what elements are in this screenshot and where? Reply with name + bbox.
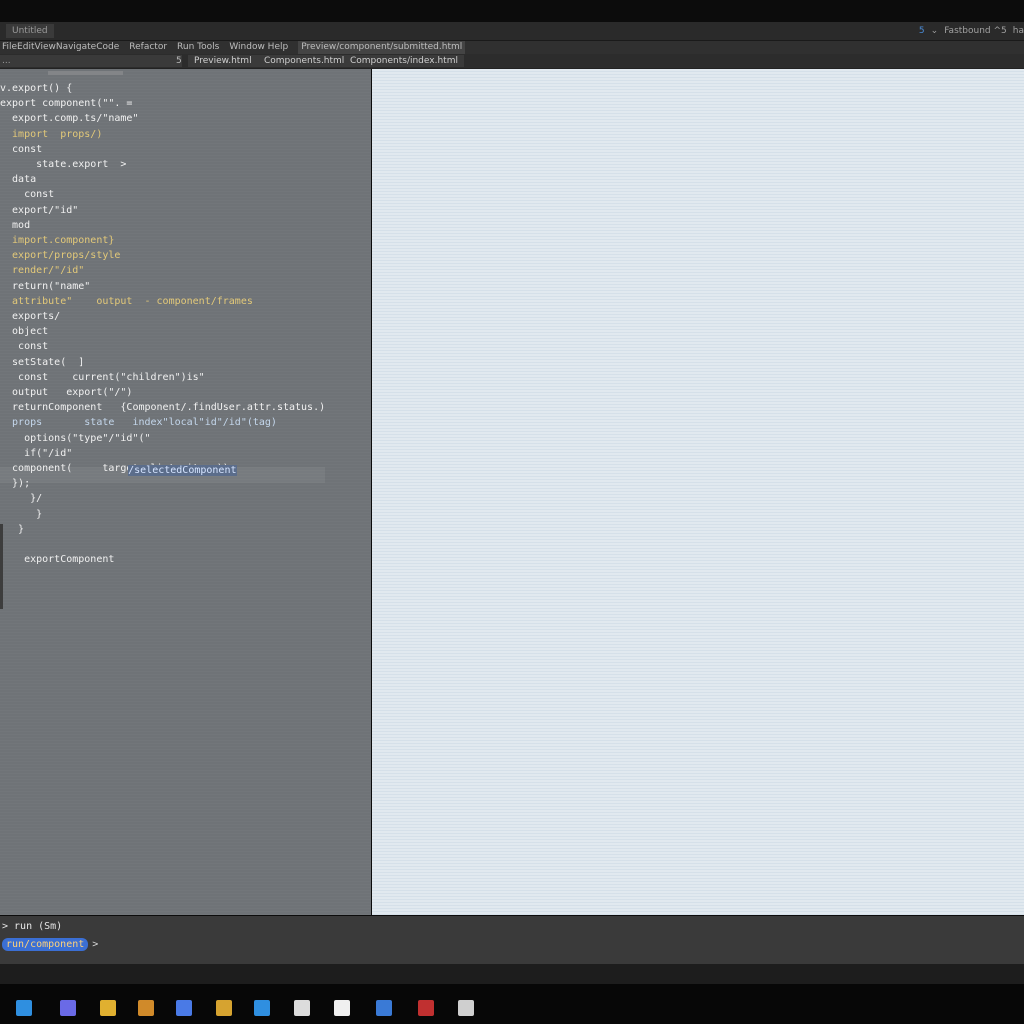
windows-icon[interactable]: [16, 1000, 32, 1016]
window-tab[interactable]: Untitled: [6, 24, 54, 38]
menu-item-refactor[interactable]: Refactor: [129, 41, 167, 54]
code-line[interactable]: import.component}: [0, 235, 114, 246]
app-icon-5[interactable]: [418, 1000, 434, 1016]
code-line[interactable]: mod: [0, 220, 30, 231]
file-path-tab[interactable]: Preview/component/submitted.html: [298, 41, 466, 54]
app-icon-4[interactable]: [376, 1000, 392, 1016]
chevron-down-icon[interactable]: ⌄: [931, 26, 939, 36]
titlebar-right: 5 ⌄ Fastbound ^5 ha: [919, 23, 1024, 39]
chevron-right-icon: >: [92, 939, 99, 950]
menu-item-window[interactable]: Window Help: [229, 41, 288, 54]
taskbar: [0, 984, 1024, 1024]
code-line[interactable]: });: [0, 478, 30, 489]
code-line[interactable]: return("name": [0, 281, 90, 292]
code-line[interactable]: state.export >: [0, 159, 126, 170]
code-line[interactable]: object: [0, 326, 48, 337]
code-line[interactable]: }: [0, 509, 42, 520]
code-line[interactable]: attribute" output - component/frames: [0, 296, 253, 307]
code-line[interactable]: import props/): [0, 129, 102, 140]
console-prompt[interactable]: run/component >: [2, 938, 98, 951]
code-line[interactable]: export/"id": [0, 205, 78, 216]
notification-badge[interactable]: 5: [919, 26, 925, 36]
gutter-marker: [0, 524, 3, 609]
toolbar-count: 5: [176, 56, 182, 66]
menu-item-run[interactable]: Run Tools: [177, 41, 219, 54]
code-line[interactable]: data: [0, 174, 36, 185]
code-line[interactable]: returnComponent {Component/.findUser.att…: [0, 402, 325, 413]
chrome-icon[interactable]: [216, 1000, 232, 1016]
app-icon-2[interactable]: [138, 1000, 154, 1016]
code-line[interactable]: export/props/style: [0, 250, 120, 261]
window-icon[interactable]: [294, 1000, 310, 1016]
code-line[interactable]: export.comp.ts/"name": [0, 113, 138, 124]
code-line[interactable]: v.export() {: [0, 83, 72, 94]
notes-icon[interactable]: [334, 1000, 350, 1016]
status-bar: [0, 964, 1024, 984]
code-editor[interactable]: v.export() { export component("". = expor…: [0, 69, 371, 915]
app-icon-3[interactable]: [176, 1000, 192, 1016]
terminal-icon[interactable]: [458, 1000, 474, 1016]
code-line[interactable]: const: [0, 144, 42, 155]
code-line[interactable]: props state index"local"id"/id"(tag): [0, 417, 277, 428]
preview-pane[interactable]: [372, 69, 1024, 915]
code-line[interactable]: setState( ]: [0, 357, 84, 368]
code-line[interactable]: exports/: [0, 311, 60, 322]
titlebar-tail: ha: [1012, 26, 1024, 36]
code-line[interactable]: options("type"/"id"(": [0, 433, 150, 444]
folder-icon[interactable]: [100, 1000, 116, 1016]
code-line[interactable]: output export("/"): [0, 387, 132, 398]
code-line[interactable]: const: [0, 341, 48, 352]
account-label[interactable]: Fastbound ^5: [944, 26, 1007, 36]
search-input[interactable]: ...: [0, 55, 182, 67]
code-line[interactable]: const: [0, 189, 54, 200]
code-line[interactable]: exportComponent: [0, 554, 114, 565]
tab-preview[interactable]: Preview.html: [188, 55, 258, 67]
ide-window: Untitled 5 ⌄ Fastbound ^5 ha FileEditVie…: [0, 0, 1024, 1024]
menu-bar: FileEditViewNavigateCode Refactor Run To…: [0, 41, 1024, 54]
vscode-icon[interactable]: [254, 1000, 270, 1016]
editor-header-bar: [48, 71, 123, 75]
code-line[interactable]: export component("". =: [0, 98, 138, 109]
console-output: > run (Sm): [2, 921, 63, 932]
console-panel[interactable]: > run (Sm) run/component >: [0, 916, 1024, 964]
menu-item-file[interactable]: FileEditViewNavigateCode: [2, 41, 119, 54]
code-line[interactable]: }: [0, 524, 24, 535]
tab-components-index[interactable]: Components/index.html: [344, 55, 464, 67]
code-line[interactable]: const current("children")is": [0, 372, 205, 383]
app-icon-1[interactable]: [60, 1000, 76, 1016]
text-selection[interactable]: /selectedComponent: [128, 465, 237, 476]
window-titlebar: Untitled 5 ⌄ Fastbound ^5 ha: [0, 22, 1024, 41]
console-command[interactable]: run/component: [2, 938, 89, 951]
code-line[interactable]: render/"/id": [0, 265, 84, 276]
toolbar: ... 5 Preview.html Components.html Compo…: [0, 54, 1024, 69]
code-line[interactable]: }/: [0, 493, 42, 504]
code-line[interactable]: if("/id": [0, 448, 78, 459]
tab-components[interactable]: Components.html: [258, 55, 351, 67]
